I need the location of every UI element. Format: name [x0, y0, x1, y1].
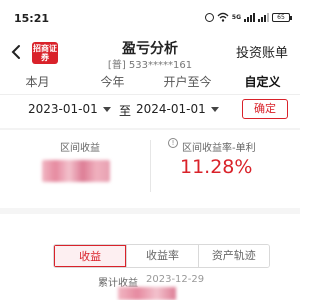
network-type: 5G — [231, 13, 241, 21]
cumulative-income-date: 2023-12-29 — [146, 274, 205, 285]
tabs-divider — [0, 94, 300, 95]
interval-rate-value: 11.28% — [180, 156, 253, 178]
interval-rate-label: 区间收益率-单利 — [182, 143, 256, 154]
start-date-picker[interactable]: 2023-01-01 — [28, 102, 111, 116]
tab-this-year[interactable]: 今年 — [75, 74, 150, 94]
status-time: 15:21 — [14, 12, 50, 25]
chevron-down-icon — [210, 107, 219, 112]
tab-since-opening[interactable]: 开户至今 — [150, 74, 225, 94]
segment-return-rate[interactable]: 收益率 — [126, 245, 198, 267]
segment-income[interactable]: 收益 — [54, 245, 127, 267]
app-header: 招商证券 盈亏分析 [普] 533*****161 投资账单 — [0, 38, 300, 74]
confirm-button[interactable]: 确定 — [242, 99, 288, 119]
start-date-value: 2023-01-01 — [28, 102, 98, 116]
status-bar: 15:21 5G 65 — [0, 0, 300, 38]
interval-income-value-masked — [42, 160, 110, 182]
wifi-icon — [217, 12, 229, 22]
period-tabs: 本月 今年 开户至今 自定义 — [0, 74, 300, 94]
tab-this-month[interactable]: 本月 — [0, 74, 75, 94]
battery-icon: 65 — [272, 12, 292, 22]
stats-separator — [150, 140, 151, 192]
chevron-down-icon — [102, 107, 111, 112]
investment-bill-link[interactable]: 投资账单 — [236, 42, 288, 61]
status-icons: 5G 65 — [204, 11, 292, 23]
segment-asset-trajectory[interactable]: 资产轨迹 — [197, 245, 269, 267]
chart-mode-segmented-control: 收益 收益率 资产轨迹 — [53, 244, 270, 268]
info-icon[interactable]: ! — [168, 138, 178, 148]
tab-custom[interactable]: 自定义 — [225, 74, 300, 94]
signal-icon — [244, 12, 255, 22]
date-range-row: 2023-01-01 至 2024-01-01 确定 — [0, 96, 300, 126]
date-separator: 至 — [119, 104, 132, 118]
section-divider — [0, 128, 300, 130]
section-gap — [0, 208, 300, 214]
signal-icon-2 — [258, 12, 269, 22]
interval-income-label: 区间收益 — [60, 143, 100, 154]
cumulative-income-value-masked — [118, 287, 176, 300]
end-date-picker[interactable]: 2024-01-01 — [136, 102, 219, 116]
end-date-value: 2024-01-01 — [136, 102, 206, 116]
alarm-icon — [204, 12, 214, 22]
